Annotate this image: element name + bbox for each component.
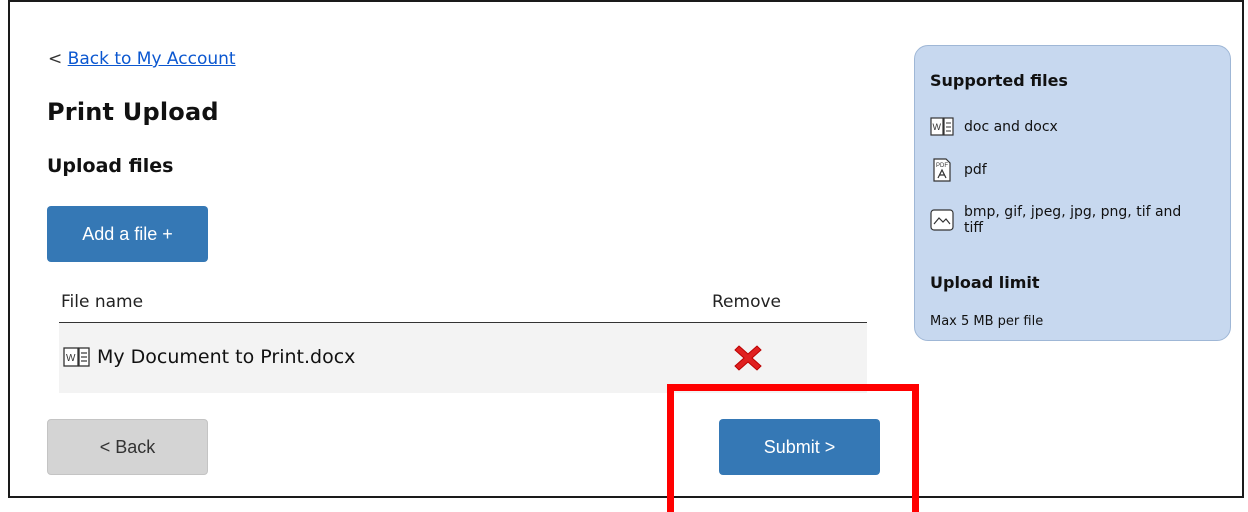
image-icon (930, 209, 954, 231)
table-row: W My Document to Print.docx (59, 323, 867, 393)
back-to-account-link[interactable]: Back to My Account (68, 49, 236, 69)
upload-limit-text: Max 5 MB per file (930, 314, 1044, 329)
breadcrumb: < Back to My Account (48, 49, 236, 69)
back-prefix: < (48, 49, 63, 69)
supported-label-pdf: pdf (964, 162, 987, 178)
red-x-icon[interactable] (733, 343, 763, 373)
highlight-box (667, 384, 919, 512)
svg-text:PDF: PDF (936, 163, 948, 169)
svg-text:W: W (933, 122, 942, 132)
supported-label-image: bmp, gif, jpeg, jpg, png, tif and tiff (964, 204, 1182, 236)
pdf-icon: PDF (933, 158, 951, 182)
back-button[interactable]: < Back (47, 419, 208, 475)
supported-label-doc: doc and docx (964, 119, 1058, 135)
column-header-file-name: File name (61, 292, 144, 312)
supported-files-heading: Supported files (930, 71, 1068, 90)
upload-limit-heading: Upload limit (930, 273, 1040, 292)
column-header-remove: Remove (712, 292, 781, 312)
supported-item-image: bmp, gif, jpeg, jpg, png, tif and tiff (930, 204, 1204, 236)
info-panel: Supported files W doc and docx PDF pdf b… (914, 45, 1231, 341)
word-doc-icon: W (930, 117, 954, 136)
svg-text:W: W (66, 353, 76, 364)
section-title: Upload files (47, 155, 174, 177)
add-file-button[interactable]: Add a file + (47, 206, 208, 262)
word-doc-icon: W (63, 347, 90, 367)
file-table-header: File name Remove (59, 286, 867, 323)
page-title: Print Upload (47, 98, 219, 126)
file-name: My Document to Print.docx (97, 346, 356, 368)
supported-item-pdf: PDF pdf (930, 158, 987, 182)
supported-item-doc: W doc and docx (930, 115, 1058, 139)
